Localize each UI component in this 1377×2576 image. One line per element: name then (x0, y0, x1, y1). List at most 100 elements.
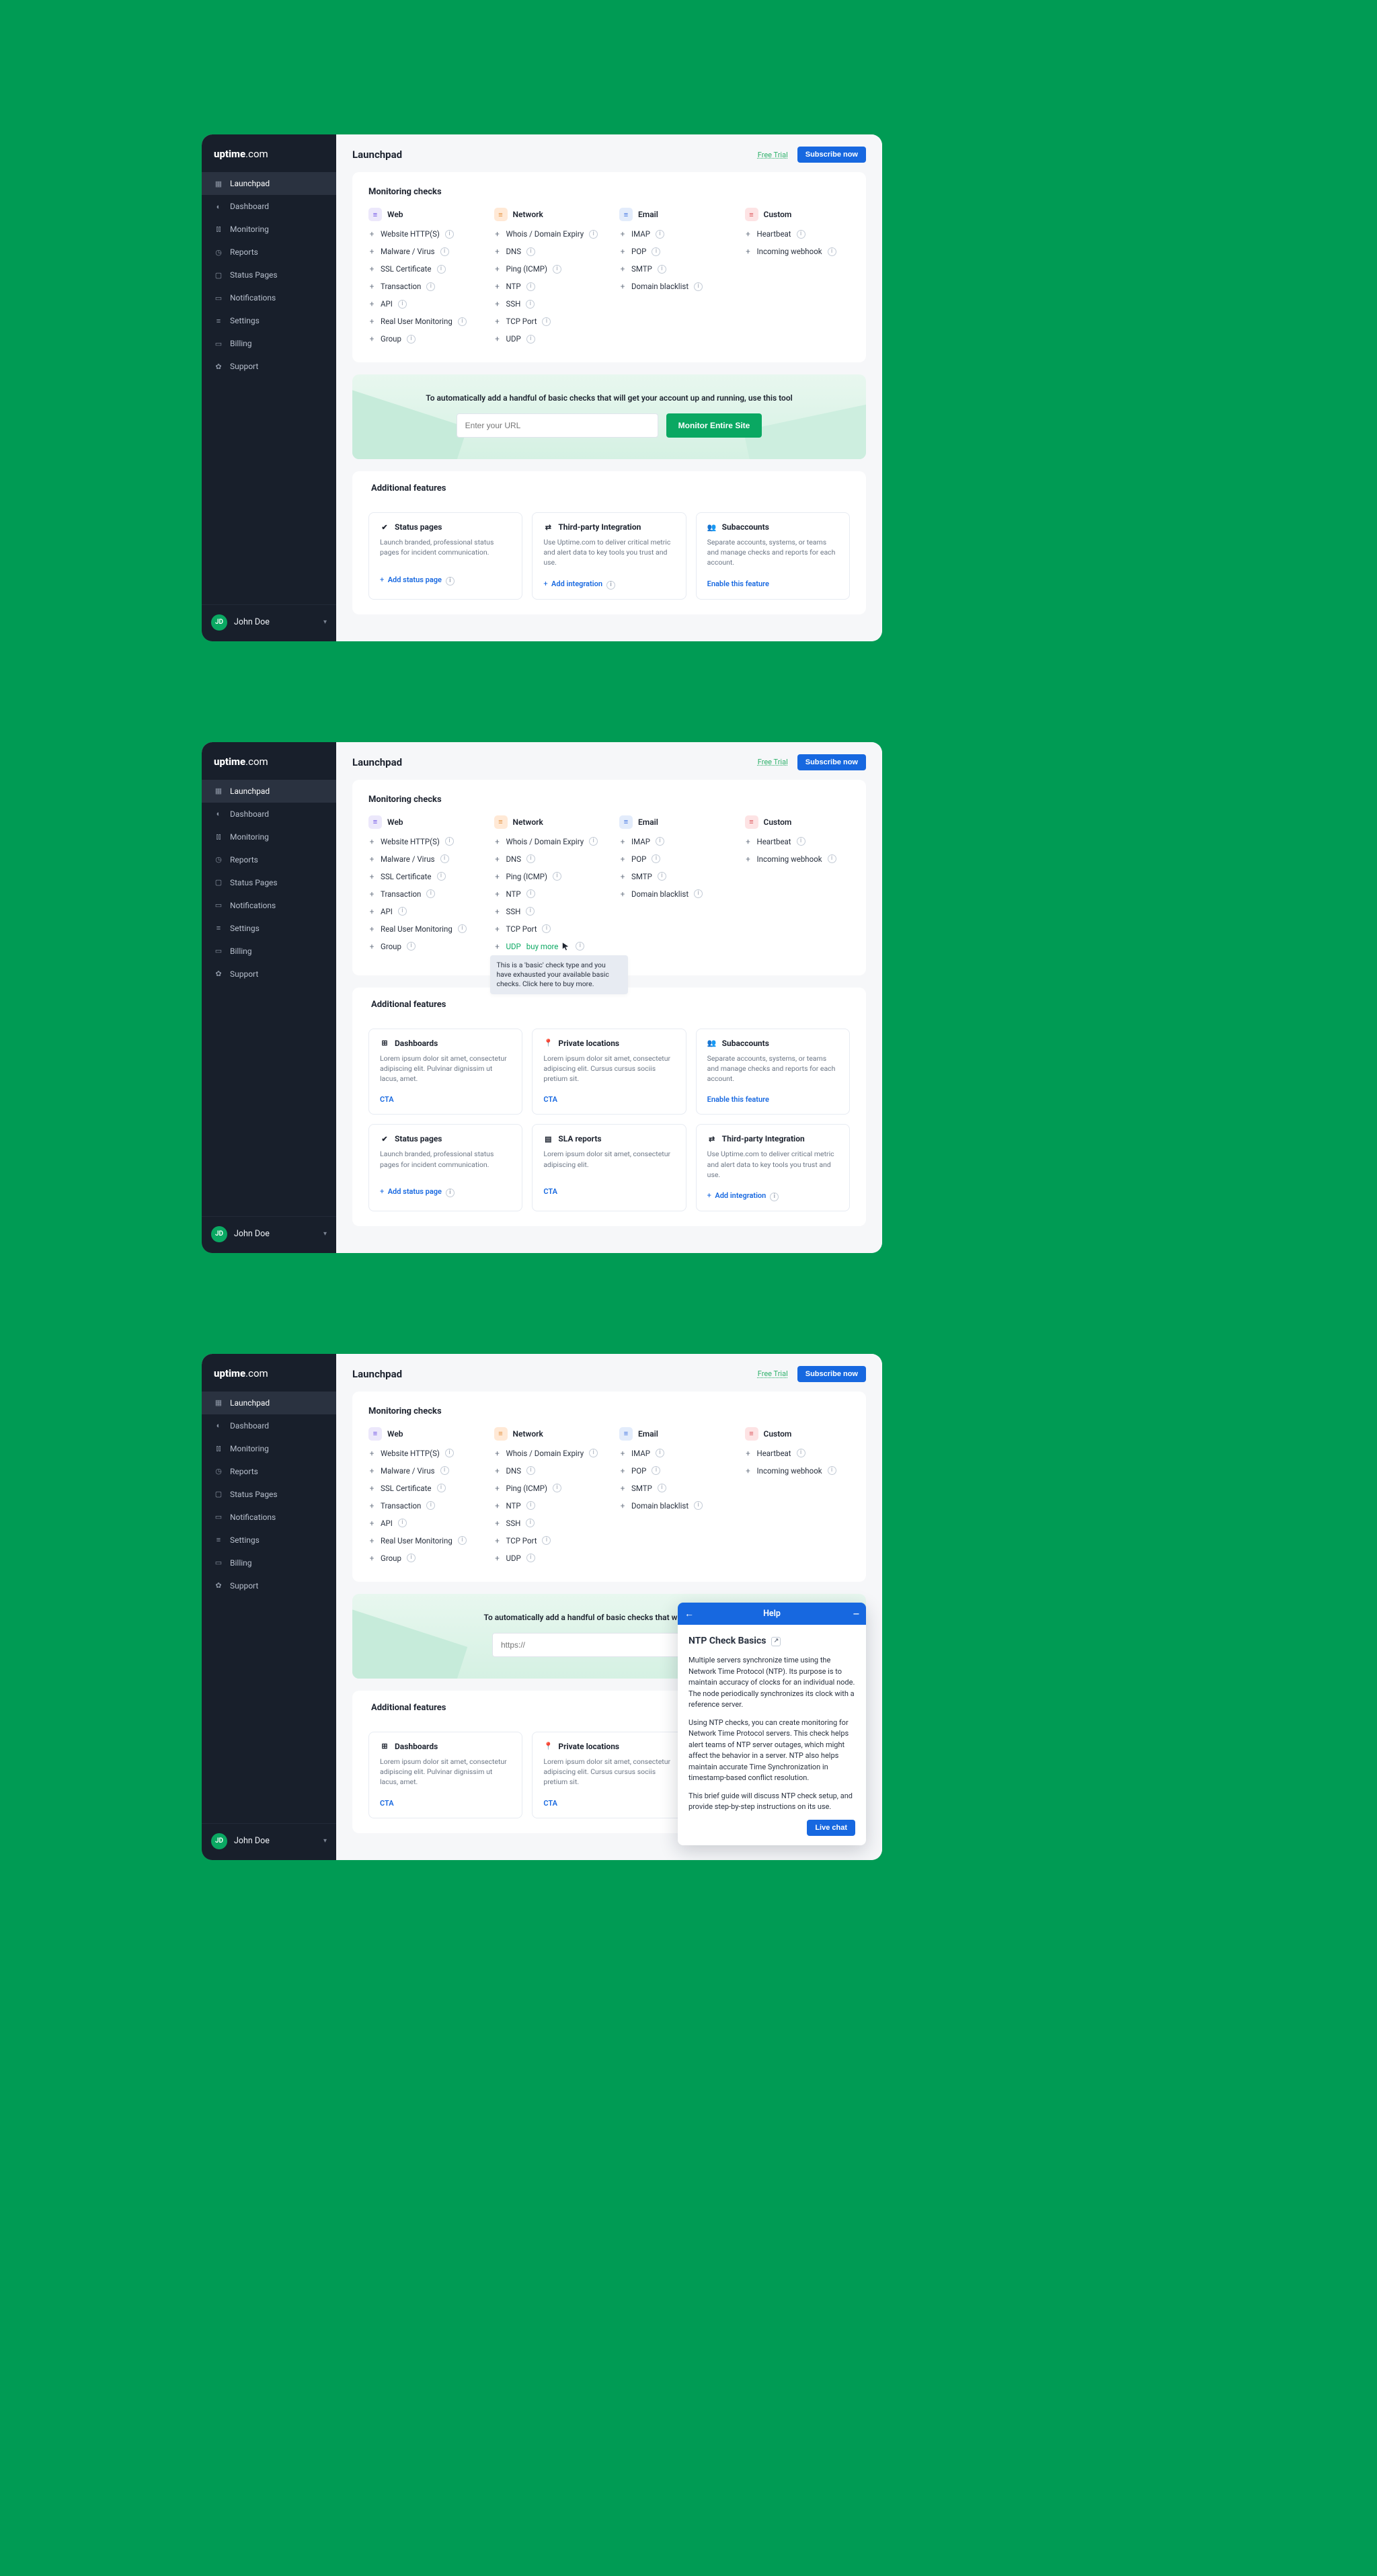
info-icon[interactable]: i (437, 872, 446, 881)
sidebar-item-reports[interactable]: ◷Reports (202, 848, 336, 871)
info-icon[interactable]: i (398, 300, 407, 309)
check-item[interactable]: + API i (368, 1515, 474, 1532)
free-trial-link[interactable]: Free Trial (758, 1369, 788, 1378)
info-icon[interactable]: i (797, 837, 805, 846)
info-icon[interactable]: i (553, 1484, 561, 1492)
info-icon[interactable]: i (694, 1501, 703, 1510)
check-item[interactable]: + POP i (619, 1462, 725, 1480)
check-item[interactable]: + SSH i (494, 1515, 600, 1532)
check-item[interactable]: + Group i (368, 330, 474, 348)
info-icon[interactable]: i (526, 889, 535, 898)
check-item[interactable]: + Ping (ICMP) i (494, 868, 600, 885)
info-icon[interactable]: i (770, 1193, 779, 1201)
check-item[interactable]: + Whois / Domain Expiry i (494, 225, 600, 243)
check-item[interactable]: + SSH i (494, 295, 600, 313)
sidebar-item-status-pages[interactable]: ▢Status Pages (202, 871, 336, 894)
info-icon[interactable]: i (526, 335, 535, 344)
check-item[interactable]: + NTP i (494, 885, 600, 903)
check-item[interactable]: + DNS i (494, 1462, 600, 1480)
check-item[interactable]: + Transaction i (368, 278, 474, 295)
check-item[interactable]: + Website HTTP(S) i (368, 833, 474, 850)
check-item[interactable]: + SMTP i (619, 868, 725, 885)
sidebar-item-launchpad[interactable]: ▦Launchpad (202, 1392, 336, 1414)
check-item[interactable]: + Transaction i (368, 885, 474, 903)
sidebar-item-dashboard[interactable]: ◐Dashboard (202, 803, 336, 826)
feature-cta[interactable]: Enable this feature (707, 1095, 769, 1104)
sidebar-item-billing[interactable]: ▭Billing (202, 940, 336, 963)
help-back-button[interactable]: ← (684, 1608, 694, 1619)
user-row[interactable]: JD John Doe ▾ (202, 1216, 336, 1253)
info-icon[interactable]: i (445, 1449, 454, 1457)
check-item[interactable]: + Website HTTP(S) i (368, 225, 474, 243)
check-item[interactable]: + API i (368, 903, 474, 920)
info-icon[interactable]: i (542, 317, 551, 326)
check-item[interactable]: + Domain blacklist i (619, 885, 725, 903)
info-icon[interactable]: i (542, 1536, 551, 1545)
sidebar-item-settings[interactable]: ≡Settings (202, 309, 336, 332)
subscribe-button[interactable]: Subscribe now (797, 1366, 866, 1382)
user-row[interactable]: JD John Doe ▾ (202, 1823, 336, 1860)
check-item[interactable]: + IMAP i (619, 833, 725, 850)
info-icon[interactable]: i (526, 907, 535, 916)
url-input[interactable] (492, 1633, 694, 1657)
info-icon[interactable]: i (694, 889, 703, 898)
info-icon[interactable]: i (797, 1449, 805, 1457)
check-item[interactable]: + IMAP i (619, 225, 725, 243)
info-icon[interactable]: i (652, 247, 660, 256)
feature-cta[interactable]: CTA (380, 1799, 394, 1808)
url-input[interactable] (457, 413, 658, 438)
subscribe-button[interactable]: Subscribe now (797, 754, 866, 770)
sidebar-item-support[interactable]: ✿Support (202, 1574, 336, 1597)
info-icon[interactable]: i (694, 282, 703, 291)
info-icon[interactable]: i (553, 265, 561, 274)
info-icon[interactable]: i (446, 577, 455, 586)
subscribe-button[interactable]: Subscribe now (797, 147, 866, 163)
sidebar-item-support[interactable]: ✿Support (202, 963, 336, 985)
check-item[interactable]: + Incoming webhook i (745, 850, 851, 868)
feature-cta[interactable]: + Add status pagei (380, 1187, 455, 1196)
info-icon[interactable]: i (828, 247, 836, 256)
monitor-button[interactable]: Monitor Entire Site (666, 413, 762, 438)
feature-cta[interactable]: CTA (380, 1095, 394, 1104)
info-icon[interactable]: i (658, 265, 666, 274)
info-icon[interactable]: i (407, 335, 416, 344)
info-icon[interactable]: i (407, 1554, 416, 1562)
check-item[interactable]: + Ping (ICMP) i (494, 1480, 600, 1497)
check-item[interactable]: + Whois / Domain Expiry i (494, 1445, 600, 1462)
check-item[interactable]: + TCP Port i (494, 313, 600, 330)
info-icon[interactable]: i (426, 282, 435, 291)
info-icon[interactable]: i (445, 230, 454, 239)
check-item[interactable]: + SMTP i (619, 260, 725, 278)
sidebar-item-launchpad[interactable]: ▦Launchpad (202, 172, 336, 195)
check-item[interactable]: + UDP i (494, 1549, 600, 1567)
check-item[interactable]: + SSL Certificate i (368, 260, 474, 278)
sidebar-item-launchpad[interactable]: ▦Launchpad (202, 780, 336, 803)
info-icon[interactable]: i (526, 1501, 535, 1510)
info-icon[interactable]: i (658, 1484, 666, 1492)
check-item[interactable]: + Domain blacklist i (619, 278, 725, 295)
check-item[interactable]: + Malware / Virus i (368, 850, 474, 868)
info-icon[interactable]: i (407, 942, 416, 951)
sidebar-item-monitoring[interactable]: ⫾⫾Monitoring (202, 1437, 336, 1460)
info-icon[interactable]: i (458, 924, 467, 933)
check-item[interactable]: + Real User Monitoring i (368, 313, 474, 330)
check-item[interactable]: + Heartbeat i (745, 225, 851, 243)
free-trial-link[interactable]: Free Trial (758, 151, 788, 159)
check-item[interactable]: + SSH i (494, 903, 600, 920)
check-item[interactable]: + Website HTTP(S) i (368, 1445, 474, 1462)
info-icon[interactable]: i (526, 1466, 535, 1475)
check-item[interactable]: + UDP buy more i This is a 'basic' check… (494, 938, 600, 955)
check-item[interactable]: + NTP i (494, 278, 600, 295)
check-item[interactable]: + Malware / Virus i (368, 243, 474, 260)
info-icon[interactable]: i (458, 1536, 467, 1545)
info-icon[interactable]: i (445, 837, 454, 846)
check-item[interactable]: + TCP Port i (494, 1532, 600, 1549)
info-icon[interactable]: i (656, 230, 664, 239)
check-item[interactable]: + UDP i (494, 330, 600, 348)
check-item[interactable]: + Transaction i (368, 1497, 474, 1515)
feature-cta[interactable]: CTA (543, 1187, 557, 1196)
info-icon[interactable]: i (526, 282, 535, 291)
info-icon[interactable]: i (526, 854, 535, 863)
sidebar-item-status-pages[interactable]: ▢Status Pages (202, 1483, 336, 1506)
check-item[interactable]: + NTP i (494, 1497, 600, 1515)
